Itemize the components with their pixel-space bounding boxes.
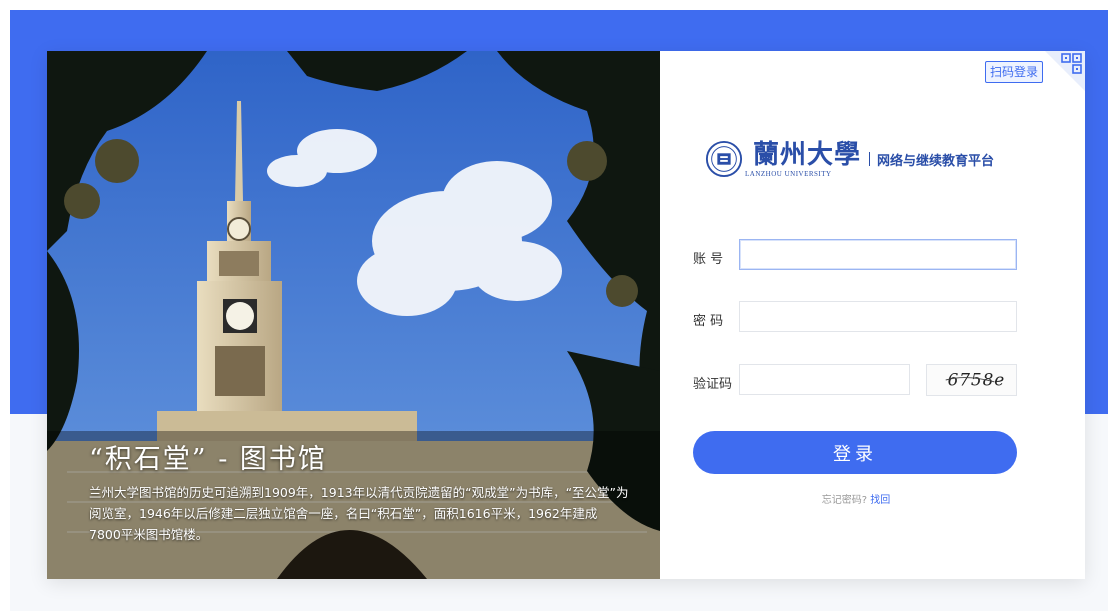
library-photo: “积石堂” - 图书馆 兰州大学图书馆的历史可追溯到1909年，1913年以清代… [47, 51, 660, 579]
qr-code-icon[interactable] [1045, 51, 1085, 91]
platform-name: 网络与继续教育平台 [877, 153, 995, 169]
university-name-cn: 蘭州大學 [753, 140, 862, 170]
captcha-text: 6758e [948, 370, 1006, 390]
captcha-label: 验证码 [693, 377, 733, 392]
photo-description: 兰州大学图书馆的历史可追溯到1909年，1913年以清代贡院遗留的“观成堂”为书… [89, 485, 629, 542]
logo-divider [869, 152, 871, 166]
recover-password-link[interactable]: 找回 [870, 495, 890, 506]
account-label: 账 号 [693, 252, 724, 267]
account-input[interactable] [739, 239, 1017, 270]
login-button[interactable]: 登录 [693, 431, 1017, 474]
photo-title: “积石堂” - 图书馆 [89, 444, 327, 475]
forgot-password-text: 忘记密码? [821, 495, 868, 506]
university-name-en: LANZHOU UNIVERSITY [745, 170, 832, 178]
forgot-password: 忘记密码? 找回 [660, 491, 1052, 506]
university-logo: 蘭州大學 LANZHOU UNIVERSITY 网络与继续教育平台 [705, 135, 994, 183]
university-emblem-icon [705, 140, 743, 178]
password-input[interactable] [739, 301, 1017, 332]
scan-login-button[interactable]: 扫码登录 [985, 61, 1044, 83]
password-label: 密 码 [693, 314, 724, 329]
login-form-panel: 扫码登录 蘭州大學 LANZHOU UNIVERSITY 网络与继续教育平台 账… [660, 51, 1085, 579]
login-card: “积石堂” - 图书馆 兰州大学图书馆的历史可追溯到1909年，1913年以清代… [47, 51, 1085, 579]
captcha-image[interactable]: 6758e [926, 364, 1017, 396]
captcha-input[interactable] [739, 364, 910, 395]
